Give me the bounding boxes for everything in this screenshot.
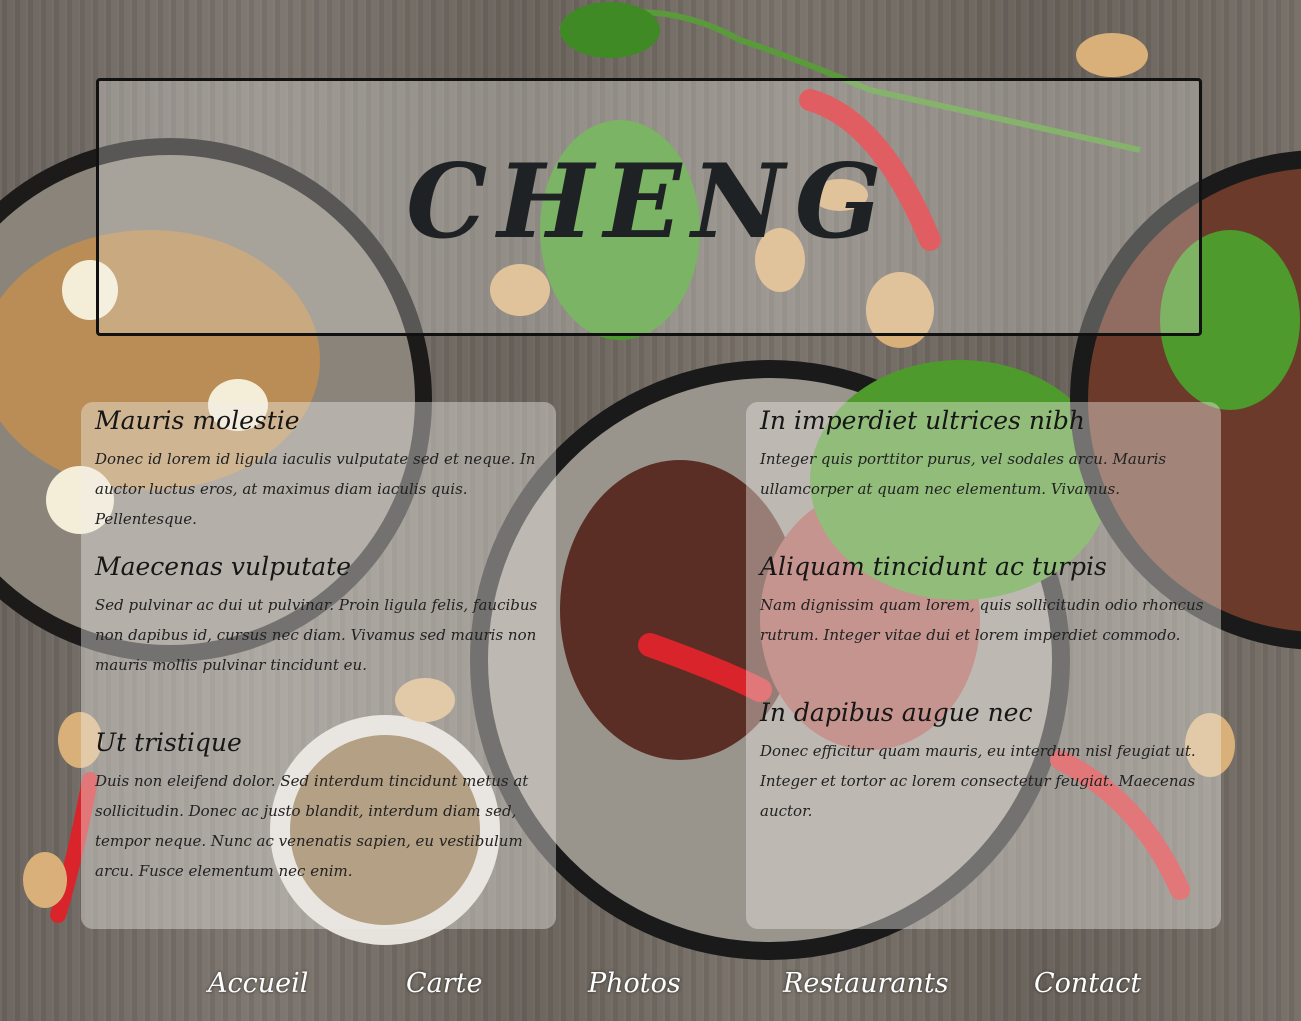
section-heading: Aliquam tincidunt ac turpis <box>760 552 1107 581</box>
site-title: CHENG <box>406 142 892 262</box>
article-section: Mauris molestie Donec id lorem id ligula… <box>95 404 540 534</box>
cashew <box>23 852 67 908</box>
cashew <box>1076 33 1148 77</box>
parsley <box>560 2 660 58</box>
article-section: Ut tristique Duis non eleifend dolor. Se… <box>95 726 540 886</box>
main-nav: Accueil Carte Photos Restaurants Contact <box>0 962 1301 1008</box>
section-text: Sed pulvinar ac dui ut pulvinar. Proin l… <box>95 596 538 674</box>
header-banner: CHENG <box>96 78 1202 336</box>
section-heading: Mauris molestie <box>95 406 300 435</box>
section-text: Duis non eleifend dolor. Sed interdum ti… <box>95 772 529 880</box>
nav-link-carte[interactable]: Carte <box>406 962 483 1006</box>
nav-link-restaurants[interactable]: Restaurants <box>783 962 949 1006</box>
section-text: Donec id lorem id ligula iaculis vulputa… <box>95 450 536 528</box>
section-heading: Ut tristique <box>95 728 242 757</box>
section-text: Donec efficitur quam mauris, eu interdum… <box>760 742 1196 820</box>
content-panel-left: Mauris molestie Donec id lorem id ligula… <box>81 402 556 929</box>
section-text: Nam dignissim quam lorem, quis sollicitu… <box>760 596 1204 644</box>
content-panel-right: In imperdiet ultrices nibh Integer quis … <box>746 402 1221 929</box>
article-section: In dapibus augue nec Donec efficitur qua… <box>760 696 1205 826</box>
nav-link-photos[interactable]: Photos <box>588 962 681 1006</box>
section-heading: In imperdiet ultrices nibh <box>760 406 1086 435</box>
section-text: Integer quis porttitor purus, vel sodale… <box>760 450 1167 498</box>
article-section: In imperdiet ultrices nibh Integer quis … <box>760 404 1205 504</box>
article-section: Aliquam tincidunt ac turpis Nam dignissi… <box>760 550 1205 650</box>
article-section: Maecenas vulputate Sed pulvinar ac dui u… <box>95 550 540 680</box>
nav-link-accueil[interactable]: Accueil <box>208 962 308 1006</box>
nav-link-contact[interactable]: Contact <box>1034 962 1141 1006</box>
section-heading: Maecenas vulputate <box>95 552 351 581</box>
section-heading: In dapibus augue nec <box>760 698 1033 727</box>
